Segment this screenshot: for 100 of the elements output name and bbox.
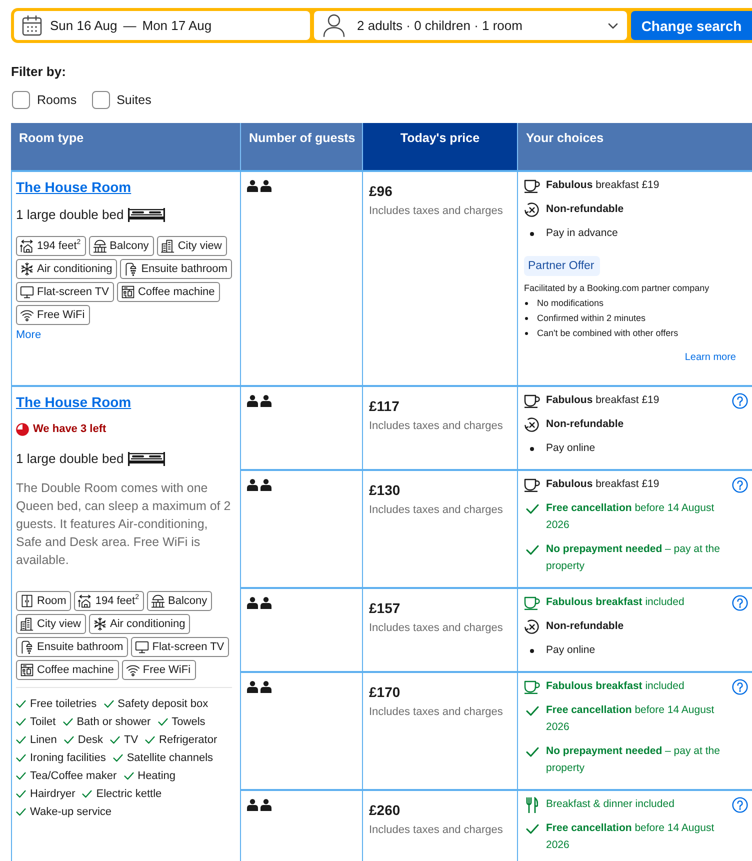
filter-option-label[interactable]: Suites: [116, 91, 152, 109]
coffee-machine-icon: [120, 285, 135, 299]
guests-icon: [247, 479, 272, 491]
offer-condition: Can't be combined with other offers: [537, 327, 678, 340]
balcony-icon: [151, 594, 166, 608]
filter-checkbox[interactable]: [12, 91, 30, 109]
availability-text: We have 3 left: [33, 422, 106, 436]
check-icon: [124, 772, 134, 780]
facility-label: 194 feet$^{2}$: [95, 594, 140, 608]
help-icon[interactable]: [732, 477, 748, 493]
facility-label: Coffee machine: [138, 285, 215, 299]
price-note: Includes taxes and charges: [369, 204, 504, 218]
buildings-icon: [160, 239, 175, 253]
help-icon[interactable]: [732, 797, 748, 813]
amenity-label: Ironing facilities: [30, 751, 106, 766]
facility-label: Air conditioning: [110, 617, 186, 631]
check-icon: [64, 736, 74, 744]
facility-label: Flat-screen TV: [37, 285, 109, 299]
facility-label: Flat-screen TV: [152, 640, 224, 654]
check-icon: [526, 504, 538, 514]
price-text: £260: [369, 801, 402, 819]
tv-icon: [135, 640, 150, 654]
date-range-field[interactable]: Sun 16 Aug — Mon 17 Aug: [14, 11, 310, 40]
amenity-label: Linen: [30, 733, 57, 748]
more-link[interactable]: More: [16, 328, 42, 342]
occupancy-field[interactable]: 2 adults · 0 children · 1 room: [314, 11, 627, 40]
price-note: Includes taxes and charges: [369, 705, 504, 719]
amenity-label: TV: [124, 733, 138, 748]
no-refund-icon: [524, 416, 540, 432]
door-icon: [20, 594, 34, 608]
amenity-label: Wake-up service: [30, 805, 112, 820]
check-icon: [526, 746, 538, 756]
house-size-icon: [20, 239, 34, 253]
wifi-icon: [126, 663, 140, 677]
snowflake-icon: [20, 262, 34, 276]
check-icon: [112, 754, 123, 762]
bed-icon: [128, 208, 165, 222]
meal-plan-text: Breakfast & dinner included: [546, 797, 674, 812]
amenity-label: Towels: [172, 715, 206, 730]
amenity-label: Safety deposit box: [118, 697, 208, 712]
bullet-icon: [530, 232, 534, 236]
cancellation-policy-text: Non-refundable: [546, 619, 624, 634]
cancellation-policy-text: Free cancellation before 14 August 2026: [546, 821, 716, 853]
room-name-link[interactable]: The House Room: [16, 393, 132, 411]
house-size-icon: [78, 594, 92, 608]
no-refund-icon: [524, 618, 540, 634]
meal-plan-text: Fabulous breakfast £19: [546, 477, 660, 492]
partner-note: Facilitated by a Booking.com partner company: [524, 282, 710, 295]
no-refund-icon: [524, 202, 540, 218]
guests-icon: [247, 180, 272, 192]
check-icon: [526, 544, 538, 554]
amenity-label: Free toiletries: [30, 697, 97, 712]
guests-icon: [247, 395, 272, 407]
facility-label: Free WiFi: [142, 663, 191, 677]
filter-heading: Filter by:: [11, 64, 66, 80]
check-icon: [526, 824, 538, 834]
price-text: £157: [369, 599, 402, 617]
bullet-icon: [525, 332, 528, 335]
facility-label: Balcony: [110, 239, 149, 253]
cancellation-policy-text: Non-refundable: [546, 202, 624, 217]
calendar-icon: [22, 15, 42, 36]
check-icon: [110, 736, 120, 744]
price-text: £130: [369, 481, 402, 499]
change-search-button[interactable]: Change search: [631, 11, 752, 40]
shower-icon: [124, 262, 138, 276]
shower-icon: [20, 640, 34, 654]
person-icon: [323, 14, 345, 37]
price-text: £117: [369, 397, 400, 415]
room-name-link[interactable]: The House Room: [16, 178, 132, 196]
help-icon[interactable]: [732, 393, 748, 409]
filter-checkbox[interactable]: [92, 91, 110, 109]
bullet-icon: [530, 446, 534, 450]
guests-icon: [247, 597, 272, 609]
check-icon: [62, 718, 73, 726]
cancellation-policy-text: Free cancellation before 14 August 2026: [546, 703, 716, 735]
help-icon[interactable]: [732, 679, 748, 695]
learn-more-link[interactable]: Learn more: [684, 351, 736, 365]
check-icon: [145, 736, 156, 744]
facility-label: City view: [178, 239, 222, 253]
price-text: £170: [369, 683, 402, 701]
amenity-label: Toilet: [30, 715, 56, 730]
offer-condition: No modifications: [537, 297, 604, 310]
help-icon[interactable]: [732, 595, 748, 611]
meal-plan-text: Fabulous breakfast £19: [546, 393, 660, 408]
meal-plan-text: Fabulous breakfast included: [546, 679, 684, 694]
cancellation-policy-text: Free cancellation before 14 August 2026: [546, 501, 716, 533]
price-note: Includes taxes and charges: [369, 621, 504, 635]
coffee-machine-icon: [20, 663, 34, 677]
meal-plan-text: Fabulous breakfast £19: [546, 178, 660, 193]
price-note: Includes taxes and charges: [369, 823, 504, 837]
facility-label: Balcony: [168, 594, 208, 608]
check-icon: [104, 700, 114, 708]
tv-icon: [20, 285, 34, 299]
filter-option-label[interactable]: Rooms: [37, 91, 77, 109]
price-note: Includes taxes and charges: [369, 419, 504, 433]
facility-label: Ensuite bathroom: [141, 262, 228, 276]
amenity-label: Hairdryer: [30, 787, 76, 802]
snowflake-icon: [93, 617, 108, 631]
cancellation-policy-text: Non-refundable: [546, 417, 624, 432]
amenity-label: Satellite channels: [126, 751, 214, 766]
